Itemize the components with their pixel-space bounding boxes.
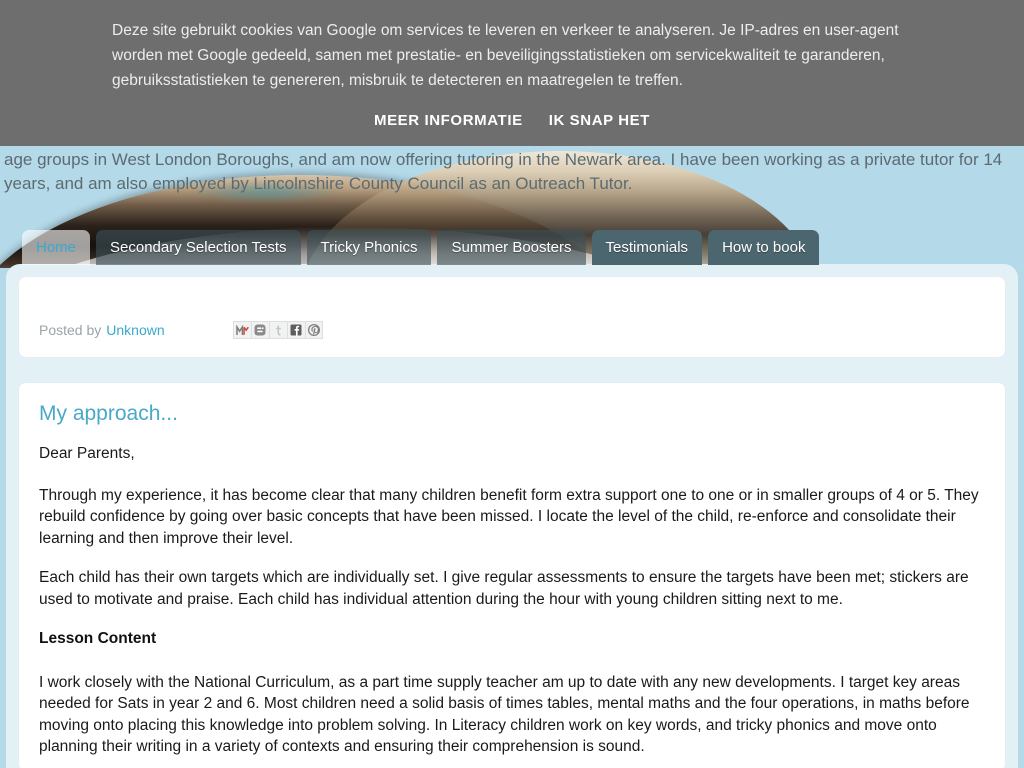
post-paragraph-3: I work closely with the National Curricu… bbox=[39, 673, 970, 756]
nav-tab-tricky-phonics[interactable]: Tricky Phonics bbox=[306, 230, 432, 265]
post-salutation: Dear Parents, bbox=[39, 445, 135, 462]
post-paragraph-1: Through my experience, it has become cle… bbox=[39, 486, 979, 547]
primary-navigation: Home Secondary Selection Tests Tricky Ph… bbox=[22, 228, 820, 265]
post-meta-card: Posted by Unknown bbox=[18, 276, 1006, 358]
post-author-link[interactable]: Unknown bbox=[106, 322, 164, 338]
nav-tab-label: Home bbox=[36, 239, 77, 256]
cookie-accept-button[interactable]: IK SNAP HET bbox=[549, 112, 650, 129]
email-share-icon[interactable] bbox=[232, 321, 251, 339]
pinterest-share-icon[interactable] bbox=[304, 321, 323, 339]
cookie-consent-banner: Deze site gebruikt cookies van Google om… bbox=[0, 0, 1024, 146]
post-paragraph-2: Each child has their own targets which a… bbox=[39, 569, 969, 608]
header-description-text: age groups in West London Boroughs, and … bbox=[4, 150, 1003, 193]
nav-tab-label: Summer Boosters bbox=[451, 239, 572, 256]
posted-by-label: Posted by bbox=[39, 322, 102, 338]
cookie-more-info-button[interactable]: MEER INFORMATIE bbox=[374, 112, 523, 129]
nav-tab-label: Testimonials bbox=[605, 239, 689, 256]
blogger-share-icon[interactable] bbox=[250, 321, 269, 339]
facebook-share-icon[interactable] bbox=[286, 321, 305, 339]
nav-tab-home[interactable]: Home bbox=[22, 230, 91, 265]
cookie-consent-actions: MEER INFORMATIE IK SNAP HET bbox=[0, 112, 1024, 129]
post-body-card: My approach... Dear Parents, Through my … bbox=[18, 382, 1006, 768]
nav-tab-label: Secondary Selection Tests bbox=[110, 239, 287, 256]
nav-tab-how-to-book[interactable]: How to book bbox=[708, 230, 820, 265]
nav-tab-secondary-selection-tests[interactable]: Secondary Selection Tests bbox=[96, 230, 301, 265]
post-subheading-lesson-content: Lesson Content bbox=[39, 630, 157, 647]
twitter-share-icon[interactable] bbox=[268, 321, 287, 339]
post-body: My approach... Dear Parents, Through my … bbox=[19, 383, 1005, 758]
nav-tab-label: Tricky Phonics bbox=[320, 239, 418, 256]
nav-tab-testimonials[interactable]: Testimonials bbox=[591, 230, 703, 265]
share-button-group bbox=[232, 321, 323, 339]
post-title: My approach... bbox=[39, 402, 178, 425]
post-meta-row: Posted by Unknown bbox=[19, 277, 1005, 339]
cookie-consent-message: Deze site gebruikt cookies van Google om… bbox=[112, 22, 899, 89]
nav-tab-summer-boosters[interactable]: Summer Boosters bbox=[437, 230, 586, 265]
nav-tab-label: How to book bbox=[722, 239, 806, 256]
